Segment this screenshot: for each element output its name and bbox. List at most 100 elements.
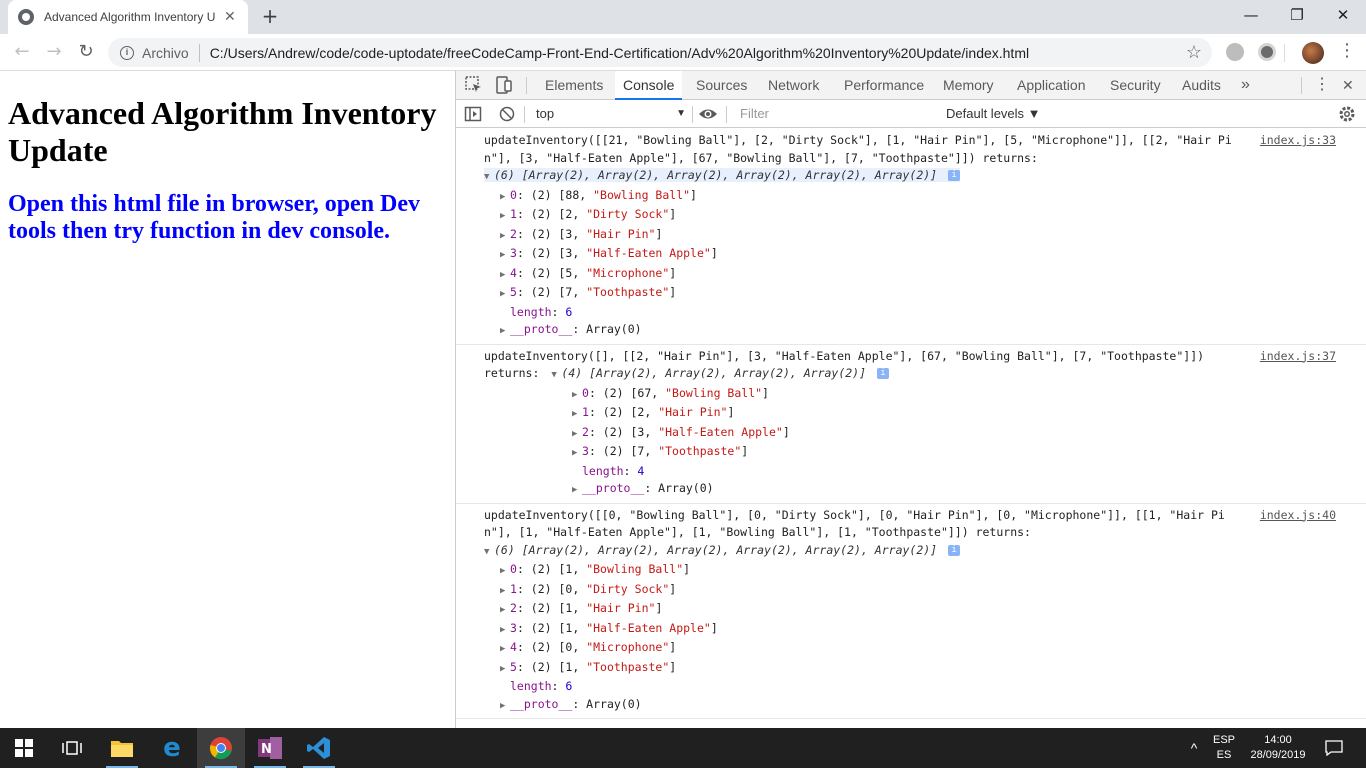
- forward-button[interactable]: →: [42, 40, 66, 64]
- list-item[interactable]: ▶ 3: (2) [3, "Half-Eaten Apple"]: [500, 245, 1366, 265]
- list-item[interactable]: ▶ 3: (2) [1, "Half-Eaten Apple"]: [500, 620, 1366, 640]
- expand-triangle-icon[interactable]: ▼: [484, 169, 494, 187]
- proto-property[interactable]: ▶ __proto__: Array(0): [572, 480, 1366, 500]
- tab-performance[interactable]: Performance: [844, 71, 924, 100]
- list-item[interactable]: ▶ 1: (2) [0, "Dirty Sock"]: [500, 581, 1366, 601]
- clock-time: 14:00: [1264, 734, 1292, 746]
- collapse-triangle-icon: ▶: [500, 191, 506, 202]
- tab-application[interactable]: Application: [1017, 71, 1086, 100]
- edge-button[interactable]: e: [148, 728, 196, 768]
- onenote-button[interactable]: N: [246, 728, 294, 768]
- url-text[interactable]: C:/Users/Andrew/code/code-uptodate/freeC…: [210, 45, 1029, 61]
- list-item[interactable]: ▶ 5: (2) [7, "Toothpaste"]: [500, 284, 1366, 304]
- notification-center-icon[interactable]: [1320, 728, 1348, 768]
- item-suffix: ]: [762, 385, 769, 400]
- source-link[interactable]: index.js:37: [1260, 348, 1336, 366]
- chrome-button[interactable]: [197, 728, 245, 768]
- item-prefix: (2) [1,: [530, 659, 587, 674]
- profile-avatar[interactable]: [1302, 42, 1324, 64]
- context-selector[interactable]: top ▼: [536, 104, 686, 124]
- tab-memory[interactable]: Memory: [943, 71, 994, 100]
- tab-elements[interactable]: Elements: [545, 71, 603, 100]
- list-item[interactable]: ▶ 4: (2) [5, "Microphone"]: [500, 265, 1366, 285]
- more-tabs-button[interactable]: »: [1241, 71, 1250, 100]
- expand-triangle-icon[interactable]: ▼: [484, 544, 494, 562]
- start-button[interactable]: [0, 728, 48, 768]
- file-explorer-button[interactable]: [98, 728, 146, 768]
- list-item[interactable]: ▶ 0: (2) [67, "Bowling Ball"]: [572, 385, 1366, 405]
- expand-triangle-icon[interactable]: ▼: [551, 367, 561, 385]
- list-item[interactable]: ▶ 5: (2) [1, "Toothpaste"]: [500, 659, 1366, 679]
- browser-tab[interactable]: Advanced Algorithm Inventory U ✕: [8, 0, 248, 34]
- proto-property[interactable]: ▶ __proto__: Array(0): [500, 321, 1366, 341]
- item-string: "Toothpaste": [586, 659, 670, 674]
- vscode-icon: [307, 737, 330, 759]
- source-link[interactable]: index.js:33: [1260, 132, 1336, 150]
- length-property: length: 6: [510, 304, 573, 319]
- source-link[interactable]: index.js:40: [1260, 507, 1336, 525]
- item-prefix: (2) [3,: [602, 424, 659, 439]
- list-item[interactable]: ▶ 2: (2) [1, "Hair Pin"]: [500, 600, 1366, 620]
- tab-network[interactable]: Network: [768, 71, 819, 100]
- language-indicator[interactable]: ESP ES: [1208, 728, 1240, 768]
- collapse-triangle-icon: ▶: [500, 644, 506, 654]
- restore-button[interactable]: ❐: [1274, 0, 1320, 30]
- device-toolbar-icon[interactable]: [494, 75, 514, 95]
- address-bar[interactable]: i Archivo C:/Users/Andrew/code/code-upto…: [108, 38, 1212, 67]
- list-item[interactable]: ▶ 2: (2) [3, "Hair Pin"]: [500, 226, 1366, 246]
- list-item[interactable]: ▶ 0: (2) [1, "Bowling Ball"]: [500, 561, 1366, 581]
- task-view-button[interactable]: [48, 728, 96, 768]
- tab-sources[interactable]: Sources: [696, 71, 747, 100]
- item-suffix: ]: [741, 444, 749, 458]
- list-item[interactable]: ▶ 2: (2) [3, "Half-Eaten Apple"]: [572, 424, 1366, 444]
- sidebar-toggle-icon[interactable]: [464, 105, 482, 123]
- list-item[interactable]: ▶ 1: (2) [2, "Hair Pin"]: [572, 404, 1366, 424]
- item-string: "Hair Pin": [586, 226, 656, 241]
- tab-close-icon[interactable]: ✕: [224, 9, 236, 25]
- proto-property[interactable]: ▶ __proto__: Array(0): [500, 696, 1366, 716]
- collapse-triangle-icon: ▶: [500, 289, 506, 299]
- devtools-close-icon[interactable]: ✕: [1342, 71, 1354, 100]
- inspect-element-icon[interactable]: [464, 75, 484, 95]
- eye-icon[interactable]: [698, 105, 718, 123]
- array-summary[interactable]: ▼ (6) [Array(2), Array(2), Array(2), Arra…: [456, 542, 1366, 562]
- summary-text: (4) [Array(2), Array(2), Array(2), Array…: [561, 366, 867, 380]
- list-item[interactable]: ▶ 3: (2) [7, "Toothpaste"]: [572, 443, 1366, 463]
- gear-icon[interactable]: [1338, 105, 1356, 123]
- minimize-button[interactable]: —: [1228, 0, 1274, 30]
- clear-console-icon[interactable]: [498, 105, 516, 123]
- extension-icon[interactable]: [1226, 43, 1244, 61]
- message-text: updateInventory([], [[2, "Hair Pin"], [3…: [484, 348, 1205, 363]
- list-item[interactable]: ▶ 0: (2) [88, "Bowling Ball"]: [500, 187, 1366, 207]
- list-item[interactable]: ▶ 1: (2) [2, "Dirty Sock"]: [500, 206, 1366, 226]
- item-prefix: (2) [0,: [530, 640, 587, 654]
- proto-value: Array(0): [586, 696, 642, 711]
- back-button[interactable]: ←: [10, 40, 34, 64]
- array-summary[interactable]: ▼ (6) [Array(2), Array(2), Array(2), Arra…: [456, 167, 1366, 187]
- devtools-tab-bar: Elements Console Sources Network Perform…: [456, 71, 1366, 100]
- devtools-panel: Elements Console Sources Network Perform…: [455, 71, 1366, 739]
- tab-audits[interactable]: Audits: [1182, 71, 1221, 100]
- tab-security[interactable]: Security: [1110, 71, 1161, 100]
- array-summary[interactable]: ▼ (4) [Array(2), Array(2), Array(2), Arra…: [551, 366, 889, 380]
- reload-button[interactable]: ↻: [74, 40, 98, 64]
- log-levels-dropdown[interactable]: Default levels ▼: [946, 104, 1041, 124]
- info-icon[interactable]: i: [120, 45, 134, 60]
- list-item[interactable]: ▶ 4: (2) [0, "Microphone"]: [500, 639, 1366, 659]
- console-filter-input[interactable]: Filter: [736, 104, 936, 124]
- clock[interactable]: 14:00 28/09/2019: [1244, 728, 1312, 768]
- tab-console[interactable]: Console: [615, 71, 683, 100]
- speech-bubble-icon: [1325, 740, 1343, 757]
- item-prefix: (2) [7,: [530, 285, 587, 299]
- vscode-button[interactable]: [295, 728, 343, 768]
- new-tab-button[interactable]: +: [258, 4, 282, 28]
- item-prefix: (2) [2,: [530, 207, 587, 221]
- tray-chevron-icon[interactable]: ^: [1184, 728, 1204, 768]
- bookmark-star-icon[interactable]: ☆: [1186, 42, 1202, 63]
- dark-mode-extension-icon[interactable]: [1258, 43, 1276, 61]
- chrome-menu-icon[interactable]: ⋮: [1338, 40, 1356, 61]
- collapse-triangle-icon: ▶: [500, 211, 506, 221]
- window-close-button[interactable]: ✕: [1320, 0, 1366, 30]
- devtools-menu-icon[interactable]: ⋮: [1314, 71, 1330, 100]
- browser-tab-strip: Advanced Algorithm Inventory U ✕ + — ❐ ✕: [0, 0, 1366, 34]
